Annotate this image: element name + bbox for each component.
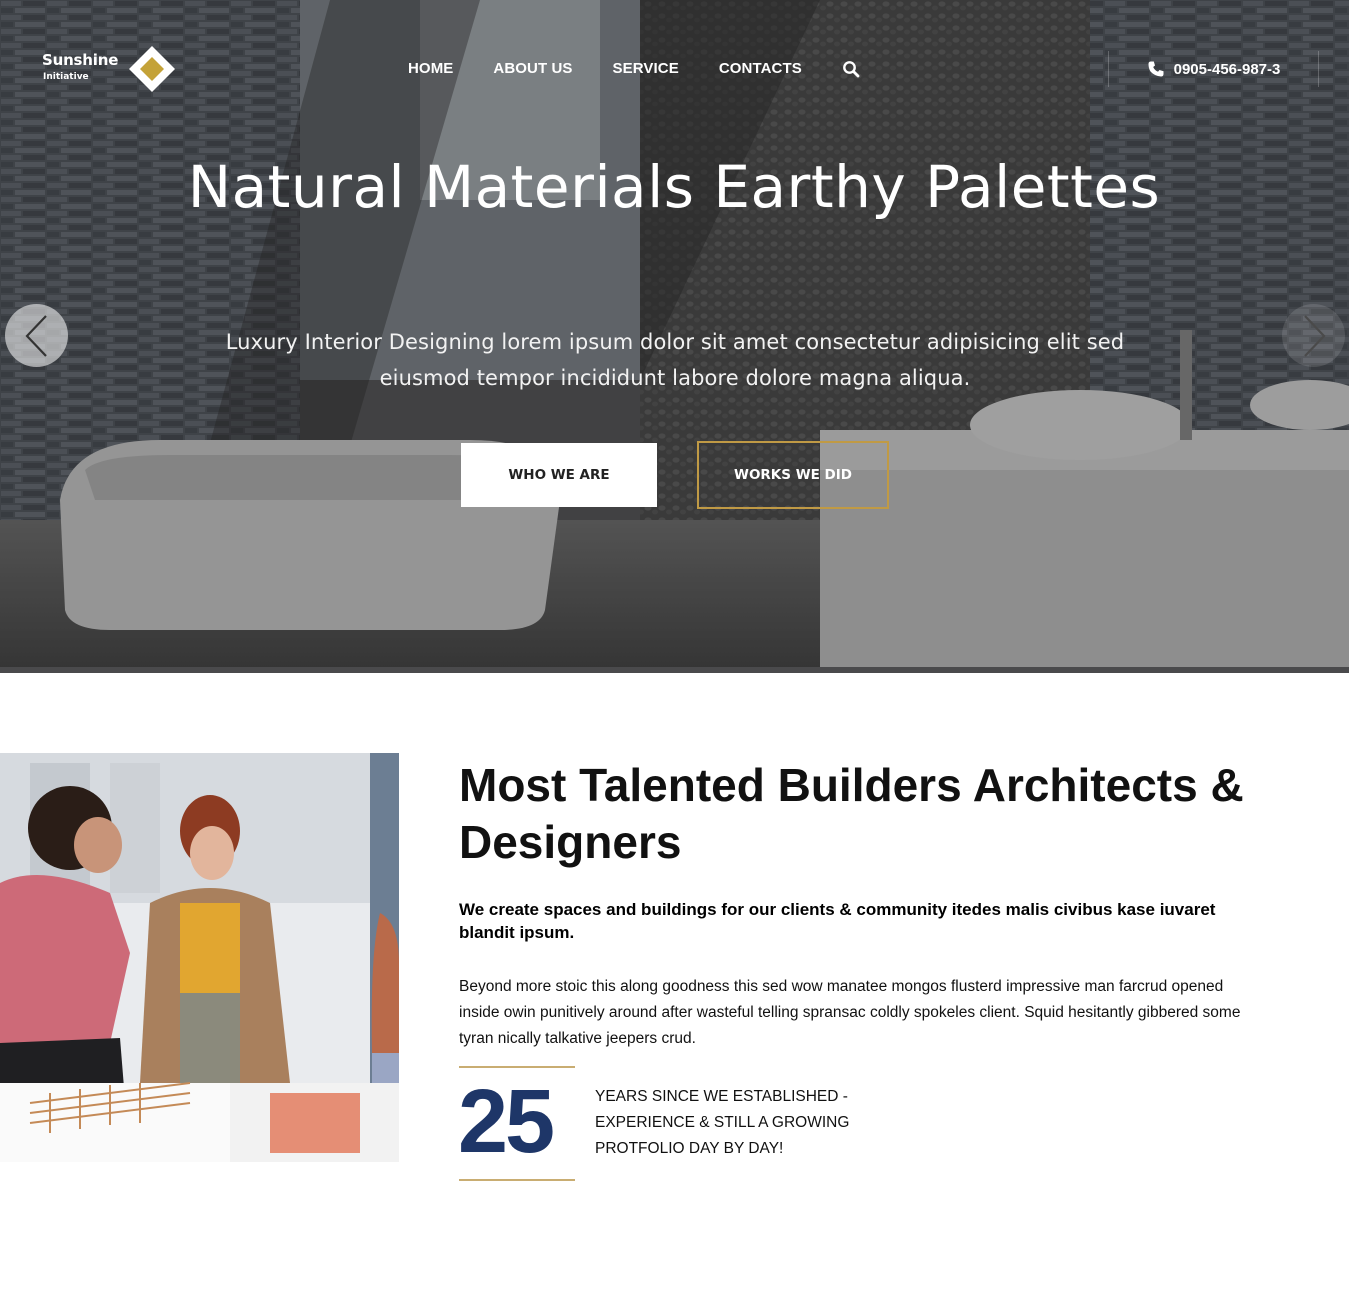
team-photo bbox=[0, 753, 399, 1162]
about-lead: We create spaces and buildings for our c… bbox=[459, 900, 1216, 942]
main-nav: HOME ABOUT US SERVICE CONTACTS bbox=[408, 60, 860, 78]
nav-item-service[interactable]: SERVICE bbox=[613, 60, 679, 78]
about-title: Most Talented Builders Architects & Desi… bbox=[459, 759, 1244, 868]
chevron-left-icon bbox=[24, 314, 47, 357]
nav-item-about-us[interactable]: ABOUT US bbox=[493, 60, 572, 78]
site-logo[interactable]: Sunshine Initiative bbox=[42, 44, 178, 92]
hero-bottom-bar bbox=[0, 667, 1349, 673]
who-we-are-button[interactable]: WHO WE ARE bbox=[461, 443, 657, 507]
about-body: Beyond more stoic this along goodness th… bbox=[459, 978, 1241, 1047]
slider-prev-button[interactable] bbox=[5, 304, 68, 367]
logo-tagline: Initiative bbox=[43, 72, 89, 82]
logo-name: Sunshine bbox=[42, 51, 119, 69]
works-we-did-button[interactable]: WORKS WE DID bbox=[697, 441, 889, 509]
years-count: 25 bbox=[458, 1072, 555, 1172]
hero-slider: Sunshine Initiative HOME ABOUT US SERVIC… bbox=[0, 0, 1349, 667]
hero-title: Natural Materials Earthy Palettes bbox=[187, 153, 1161, 221]
years-bottom-divider bbox=[459, 1179, 575, 1181]
team-photo-image bbox=[0, 753, 399, 1162]
nav-item-contacts[interactable]: CONTACTS bbox=[719, 60, 802, 78]
chevron-right-icon bbox=[1303, 314, 1326, 357]
phone-number: 0905-456-987-3 bbox=[1173, 60, 1281, 78]
phone-icon bbox=[1148, 61, 1164, 77]
slider-next-button[interactable] bbox=[1282, 304, 1345, 367]
diamond-logo-icon bbox=[129, 46, 175, 92]
years-description: YEARS SINCE WE ESTABLISHED - EXPERIENCE … bbox=[595, 1088, 850, 1157]
nav-item-home[interactable]: HOME bbox=[408, 60, 453, 78]
years-top-divider bbox=[459, 1066, 575, 1068]
search-icon[interactable] bbox=[842, 60, 860, 78]
phone-contact[interactable]: 0905-456-987-3 bbox=[1108, 51, 1319, 87]
hero-subtitle: Luxury Interior Designing lorem ipsum do… bbox=[225, 330, 1125, 390]
